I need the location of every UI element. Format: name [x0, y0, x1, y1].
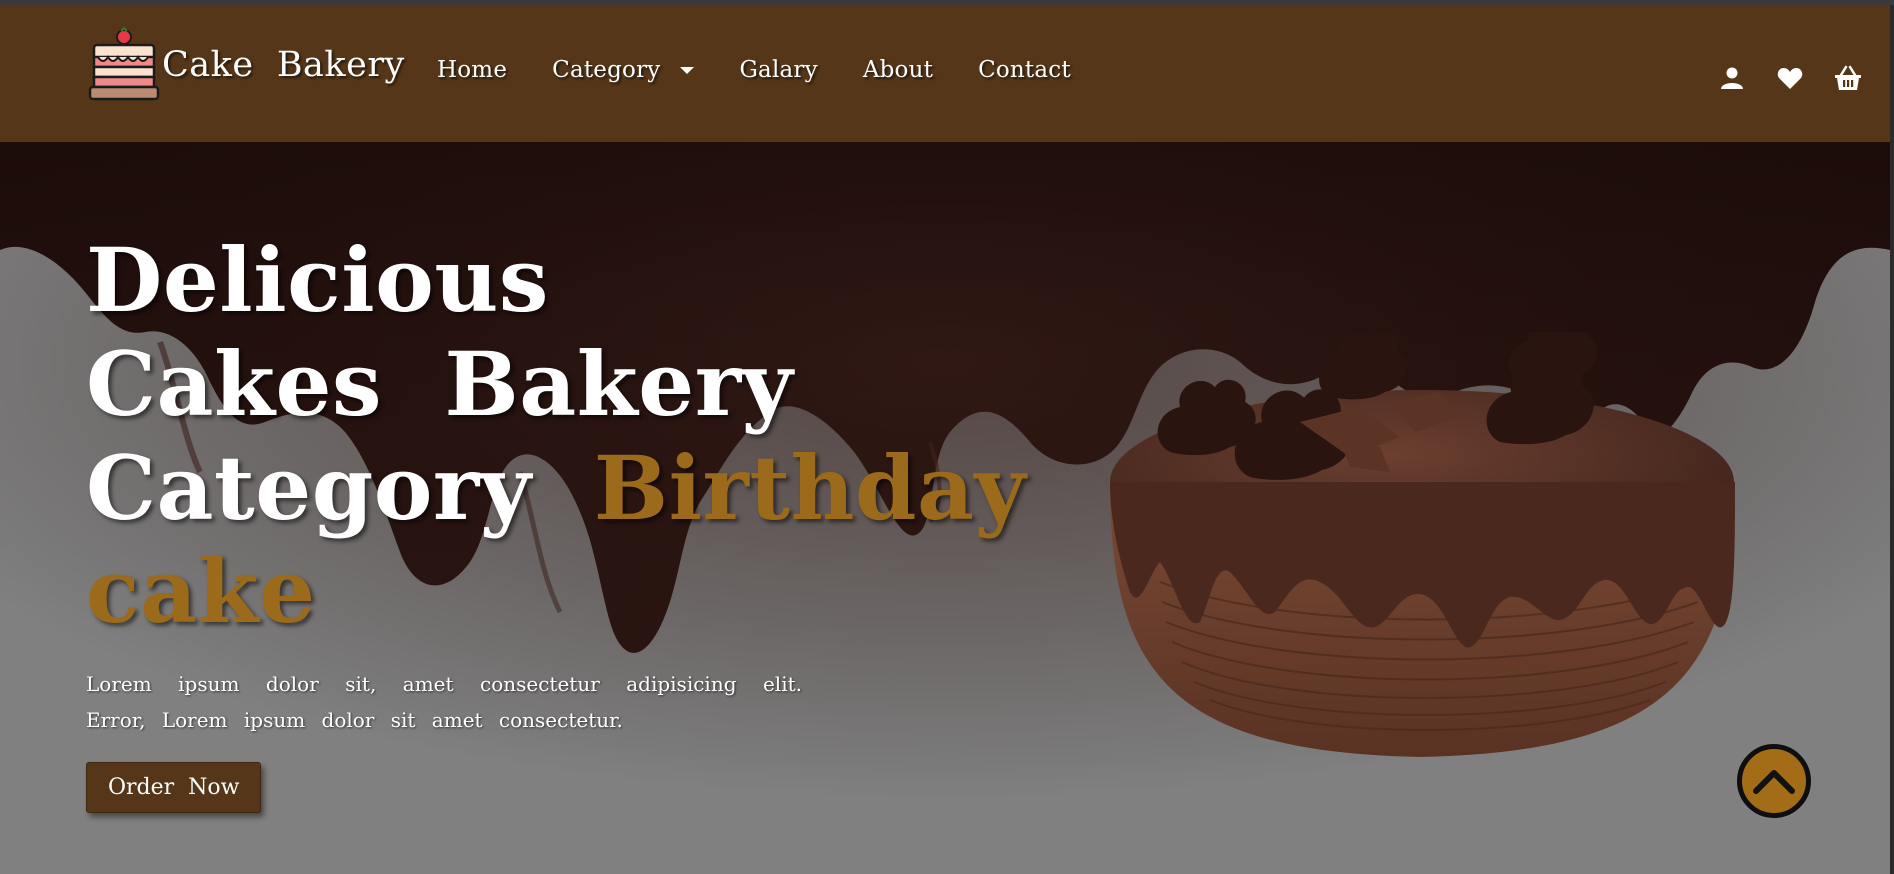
- headline-line-3: Category Birthday: [86, 435, 1026, 541]
- brand[interactable]: Cake Bakery: [88, 27, 405, 103]
- hero-description: Lorem ipsum dolor sit, amet consectetur …: [86, 672, 802, 733]
- scrollbar[interactable]: [1890, 5, 1894, 874]
- back-to-top-button[interactable]: [1737, 744, 1811, 818]
- nav-galary[interactable]: Galary: [739, 57, 817, 83]
- cake-logo-icon: [88, 27, 160, 101]
- chocolate-cake-image: [1110, 332, 1735, 757]
- nav-category-label: Category: [552, 57, 661, 83]
- hero-content: Delicious Cakes Bakery Category Birthday…: [86, 228, 1026, 814]
- chevron-up-icon: [1753, 770, 1795, 794]
- main-nav: Home Category Galary About Contact: [437, 57, 1116, 83]
- basket-icon[interactable]: [1834, 64, 1862, 92]
- nav-about[interactable]: About: [863, 57, 933, 83]
- nav-contact[interactable]: Contact: [978, 57, 1071, 83]
- page-viewport: Cake Bakery Home Category Galary About C…: [0, 5, 1890, 874]
- hero-section: Delicious Cakes Bakery Category Birthday…: [0, 142, 1890, 874]
- headline-line-4: cake: [86, 539, 316, 644]
- heart-icon[interactable]: [1776, 64, 1804, 92]
- nav-category[interactable]: Category: [552, 57, 695, 83]
- header-navbar: Cake Bakery Home Category Galary About C…: [0, 5, 1890, 142]
- headline-category-text: Category: [86, 435, 594, 540]
- order-now-button[interactable]: Order Now: [86, 762, 262, 814]
- headline-line-1: Delicious: [86, 228, 549, 332]
- header-actions: [1688, 64, 1862, 92]
- user-icon[interactable]: [1718, 64, 1746, 92]
- nav-home[interactable]: Home: [437, 57, 507, 83]
- brand-name: Cake Bakery: [162, 45, 405, 85]
- chevron-down-icon: [680, 66, 695, 74]
- headline-line-2: Cakes Bakery: [86, 331, 794, 436]
- headline-birthday-text: Birthday: [593, 435, 1027, 540]
- hero-headline: Delicious Cakes Bakery Category Birthday…: [86, 228, 1026, 644]
